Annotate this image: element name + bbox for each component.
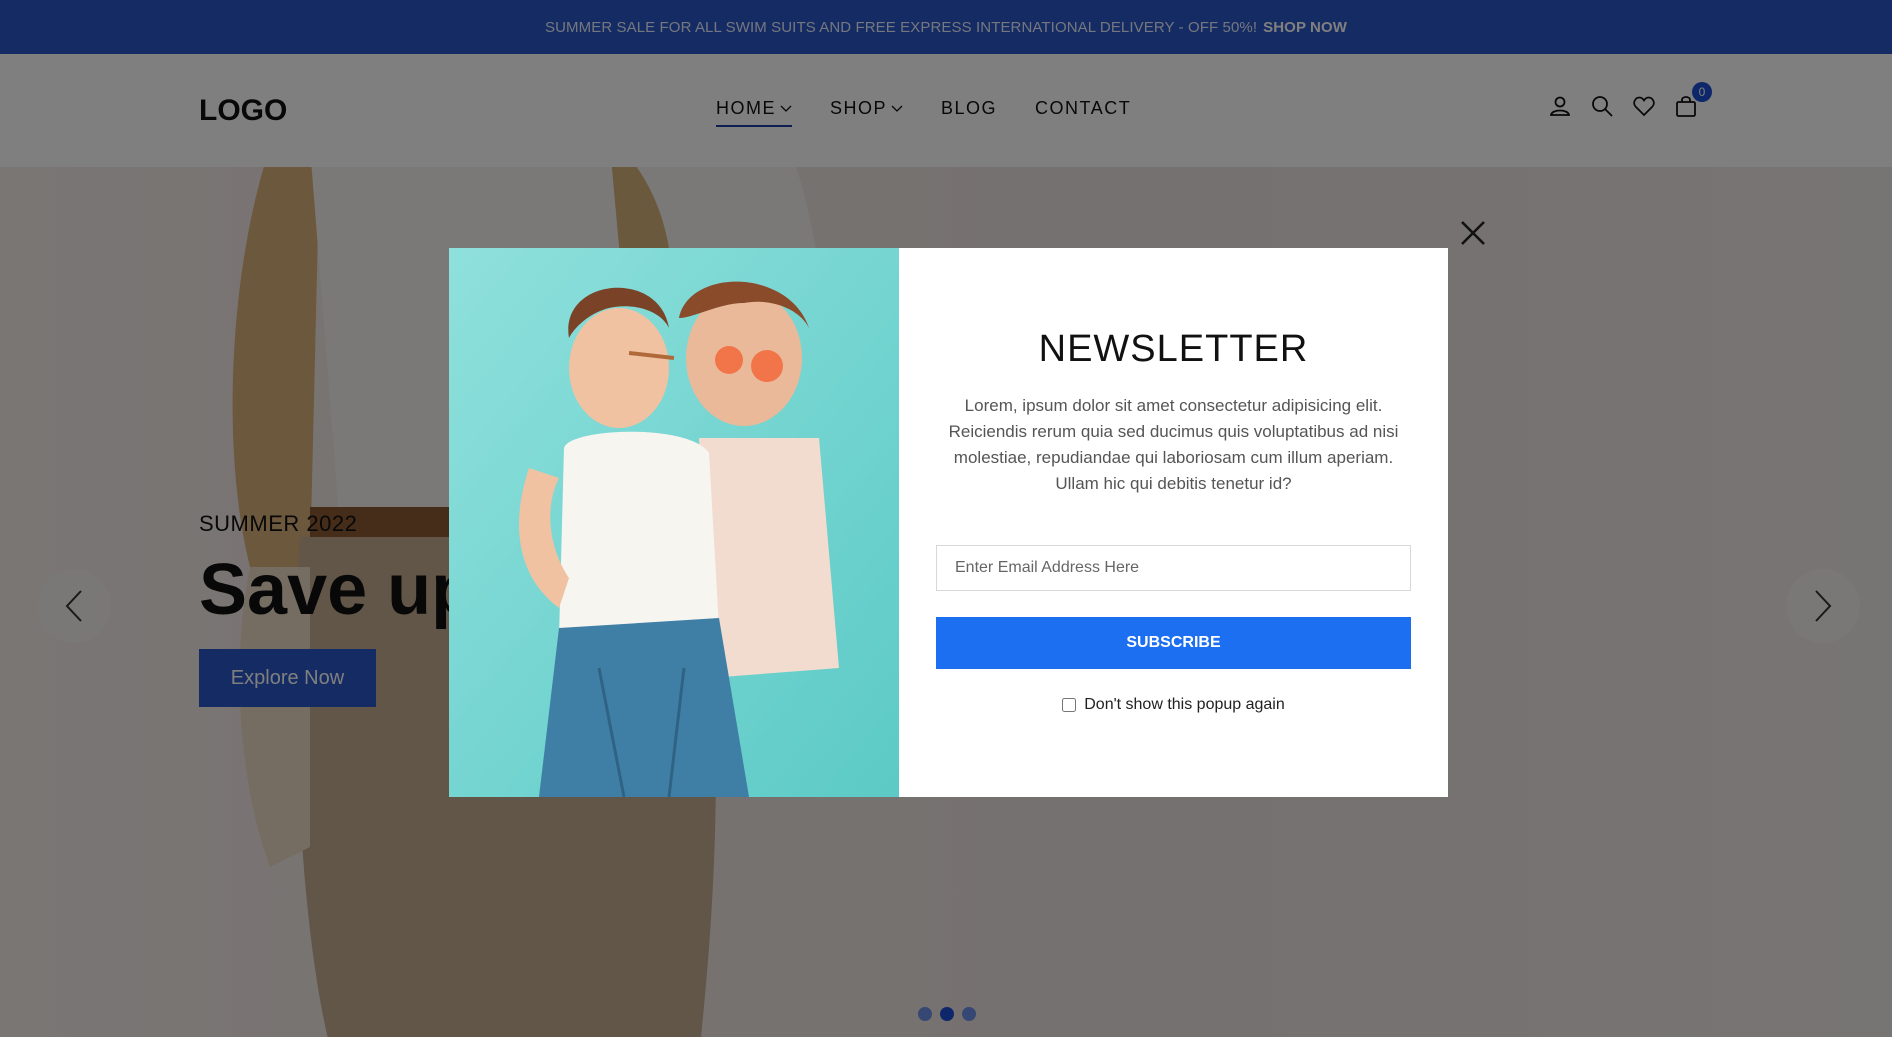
email-input[interactable] — [936, 545, 1411, 591]
close-icon — [1461, 221, 1485, 245]
subscribe-button[interactable]: SUBSCRIBE — [936, 617, 1411, 669]
popup-body: NEWSLETTER Lorem, ipsum dolor sit amet c… — [899, 248, 1448, 797]
dont-show-option[interactable]: Don't show this popup again — [899, 696, 1448, 714]
dont-show-label: Don't show this popup again — [1084, 696, 1285, 713]
newsletter-title: NEWSLETTER — [1038, 328, 1309, 370]
dont-show-checkbox[interactable] — [1062, 698, 1077, 712]
close-popup-button[interactable] — [1458, 218, 1488, 248]
newsletter-description: Lorem, ipsum dolor sit amet consectetur … — [948, 396, 1399, 493]
popup-image — [449, 248, 899, 797]
newsletter-popup: NEWSLETTER Lorem, ipsum dolor sit amet c… — [449, 248, 1448, 797]
